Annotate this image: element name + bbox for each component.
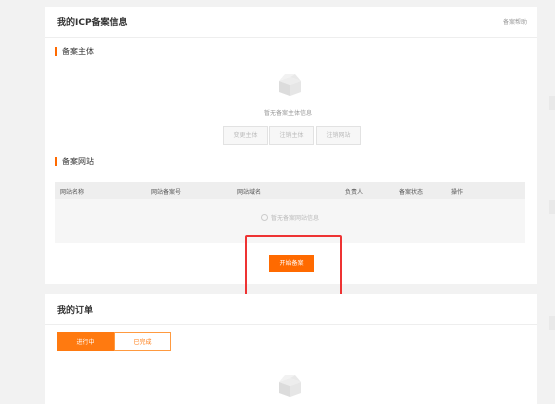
orders-empty-box-icon <box>279 375 301 397</box>
tab-completed[interactable]: 已完成 <box>114 332 171 351</box>
tab-in-progress[interactable]: 进行中 <box>57 332 114 351</box>
orders-card-title: 我的订单 <box>57 306 94 316</box>
subject-empty-text: 暂无备案主体信息 <box>264 110 313 117</box>
col-website-record-no: 网站备案号 <box>151 189 182 196</box>
start-filing-button[interactable]: 开始备案 <box>269 255 314 272</box>
col-website-domain: 网站域名 <box>237 189 262 196</box>
cancel-website-button[interactable]: 注销网站 <box>316 126 361 145</box>
website-table-header: 网站名称 网站备案号 网站域名 负责人 备案状态 操作 <box>55 182 525 199</box>
col-website-name: 网站名称 <box>60 189 85 196</box>
right-edge-fragment <box>549 96 555 110</box>
change-subject-button[interactable]: 变更主体 <box>223 126 268 145</box>
icp-card-header: 我的ICP备案信息 备案帮助 <box>45 7 537 38</box>
info-icon <box>260 214 268 221</box>
col-owner: 负责人 <box>345 189 364 196</box>
empty-box-icon <box>279 74 301 96</box>
cancel-subject-button[interactable]: 注销主体 <box>269 126 314 145</box>
icp-help-link[interactable]: 备案帮助 <box>503 17 527 26</box>
icp-info-card: 我的ICP备案信息 备案帮助 备案主体 暂无备案主体信息 变更主体 注销主体 注… <box>45 7 537 298</box>
website-section-label: 备案网站 <box>55 157 94 166</box>
right-edge-fragment <box>549 200 555 214</box>
website-empty-text: 暂无备案网站信息 <box>270 215 319 222</box>
icp-card-title: 我的ICP备案信息 <box>57 18 128 28</box>
orders-card: 我的订单 进行中 已完成 <box>45 294 537 404</box>
right-edge-fragment <box>549 316 555 330</box>
subject-section-label: 备案主体 <box>55 47 94 56</box>
orders-card-header: 我的订单 <box>45 294 537 325</box>
col-actions: 操作 <box>451 189 464 196</box>
col-record-status: 备案状态 <box>399 189 424 196</box>
